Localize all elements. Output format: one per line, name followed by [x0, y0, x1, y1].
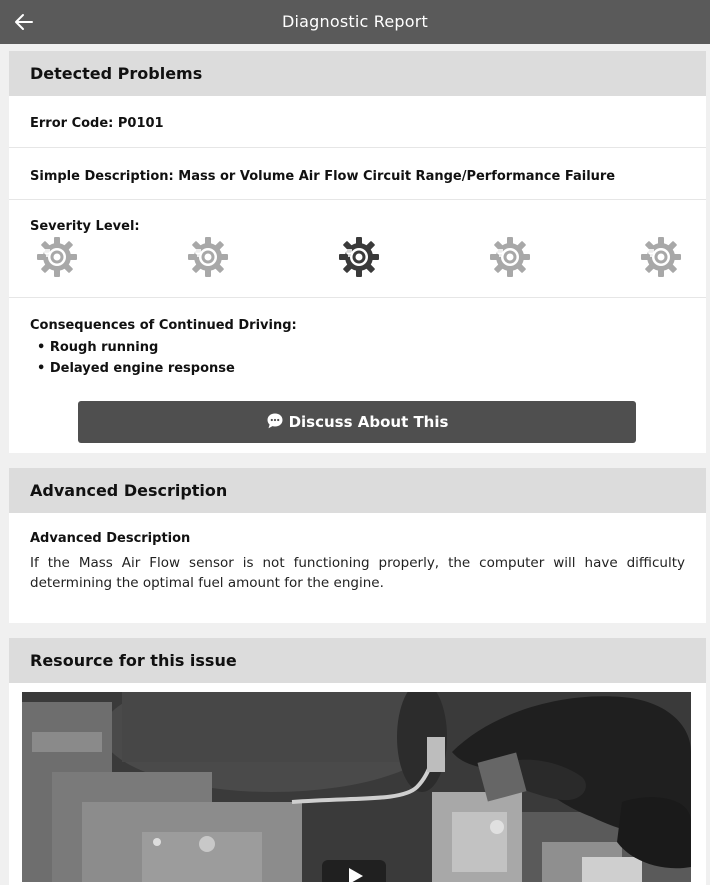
error-code: Error Code: P0101 — [30, 116, 164, 131]
list-item: Delayed engine response — [30, 358, 685, 379]
app-header: Diagnostic Report — [0, 0, 710, 44]
severity-gear-icon — [186, 235, 230, 279]
resource-card: Resource for this issue — [9, 638, 706, 885]
discuss-button[interactable]: Discuss About This — [78, 401, 636, 443]
severity-gear-icon — [35, 235, 79, 279]
discuss-button-label: Discuss About This — [288, 413, 449, 431]
severity-gear-icon — [337, 235, 381, 279]
video-thumbnail[interactable] — [22, 692, 691, 882]
list-item: Rough running — [30, 337, 685, 358]
advanced-description-card: Advanced Description Advanced Descriptio… — [9, 468, 706, 623]
advanced-description-body: Advanced Description If the Mass Air Flo… — [9, 513, 706, 593]
engine-bay-image — [22, 692, 691, 882]
consequences-list: Rough running Delayed engine response — [30, 337, 685, 379]
severity-row: Severity Level: — [9, 200, 706, 298]
error-code-row: Error Code: P0101 — [9, 96, 706, 148]
consequences-label: Consequences of Continued Driving: — [30, 318, 297, 333]
detected-problems-card: Detected Problems Error Code: P0101 Simp… — [9, 51, 706, 453]
chat-bubble-icon — [267, 413, 283, 429]
advanced-description-text: If the Mass Air Flow sensor is not funct… — [30, 555, 685, 591]
simple-description: Simple Description: Mass or Volume Air F… — [30, 169, 616, 184]
severity-gear-icon — [639, 235, 683, 279]
consequences-section: Consequences of Continued Driving: Rough… — [9, 298, 706, 379]
page-title: Diagnostic Report — [281, 12, 429, 31]
severity-label: Severity Level: — [30, 219, 140, 234]
advanced-description-header: Advanced Description — [9, 468, 706, 513]
advanced-description-subtitle: Advanced Description — [30, 531, 191, 546]
severity-scale — [30, 237, 685, 282]
simple-description-row: Simple Description: Mass or Volume Air F… — [9, 148, 706, 200]
resource-header: Resource for this issue — [9, 638, 706, 683]
severity-gear-icon — [488, 235, 532, 279]
detected-problems-header: Detected Problems — [9, 51, 706, 96]
